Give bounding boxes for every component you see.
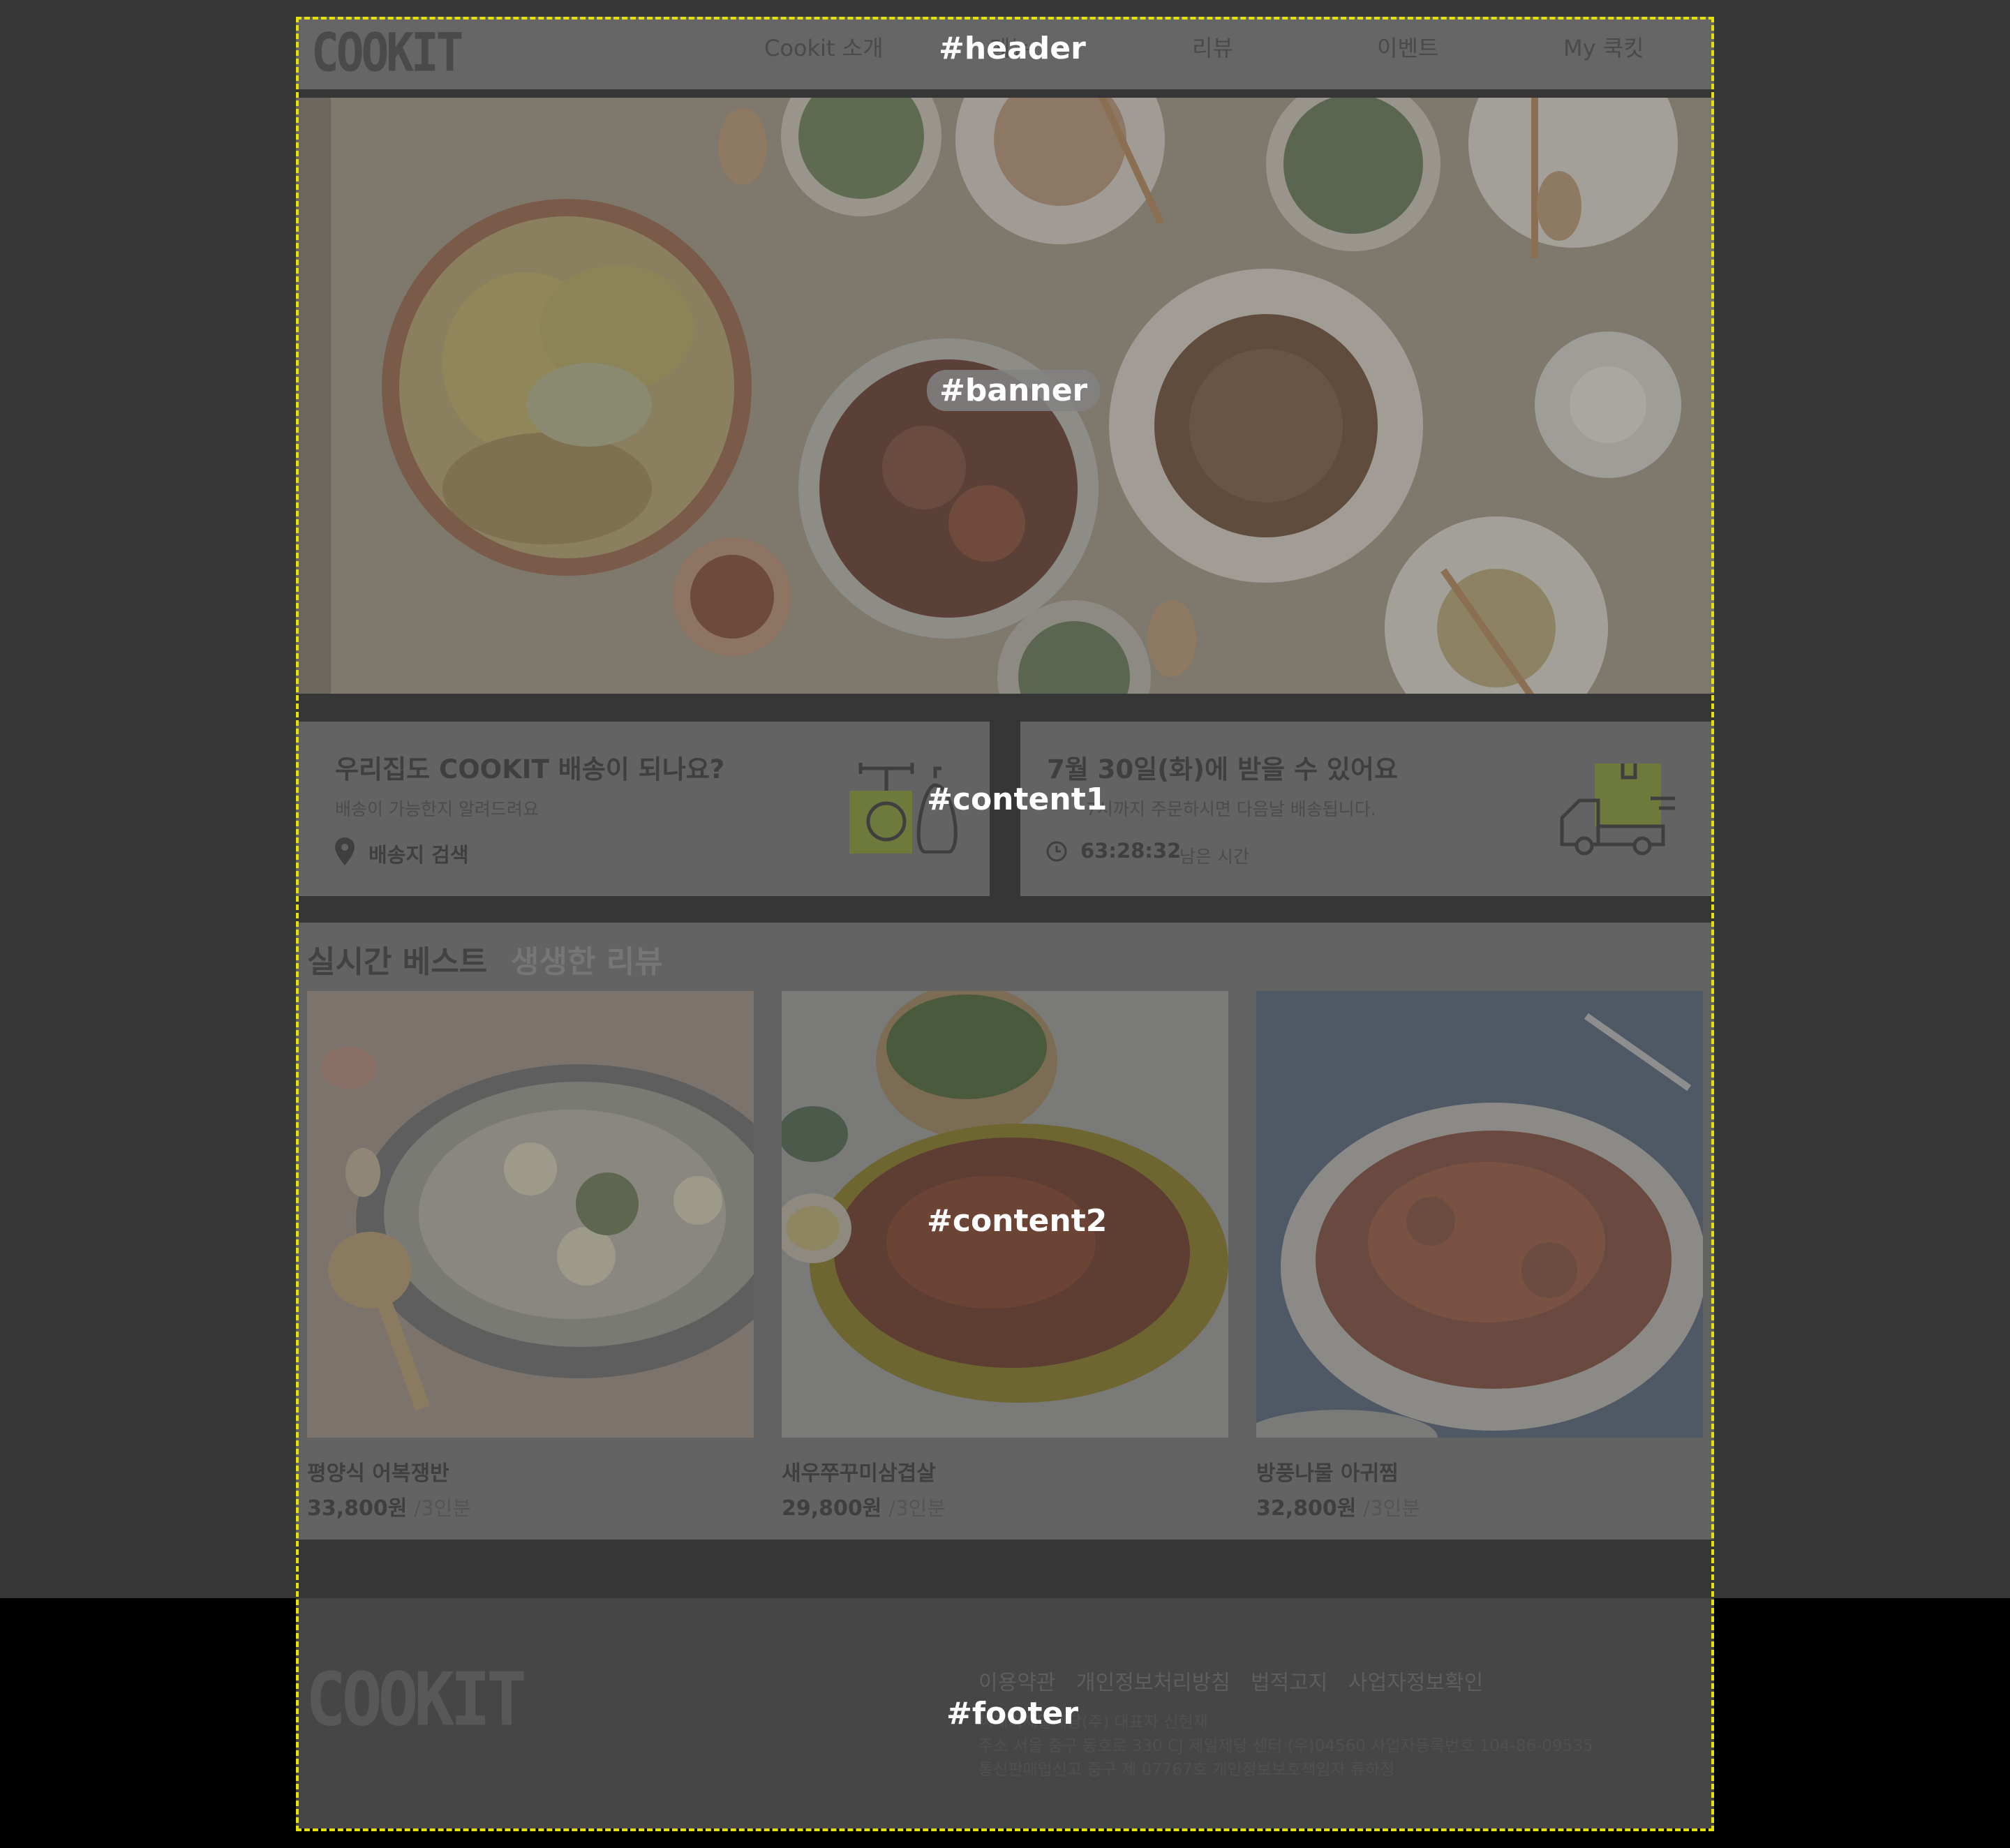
delivery-check-title: 우리집도 COOKIT 배송이 되나요? (335, 754, 725, 784)
footer-link-privacy[interactable]: 개인정보처리방침 (1076, 1665, 1230, 1696)
location-pin-icon (335, 837, 355, 865)
price-value: 29,800원 (782, 1496, 882, 1521)
footer-logo: COOKIT (306, 1656, 527, 1743)
product-name[interactable]: 평양식 어복쟁반 (307, 1456, 449, 1486)
countdown-timer: 63:28:32 (1080, 839, 1182, 863)
delivery-truck-icon (1560, 762, 1678, 856)
region-label-header: #header (939, 31, 1086, 66)
region-label-footer: #footer (946, 1696, 1079, 1731)
footer-link-business-info[interactable]: 사업자정보확인 (1348, 1665, 1483, 1696)
region-label-banner: #banner (927, 370, 1101, 411)
tab-live-review[interactable]: 생생한 리뷰 (511, 937, 663, 981)
footer-address: 주소 서울 중구 동호로 330 CJ 제일제당 센터 (우)04560 사업자… (978, 1737, 1593, 1755)
hotpot-photo (307, 991, 754, 1438)
product-price: 29,800원/3인분 (782, 1491, 946, 1521)
nav-item-my-cookit[interactable]: My 쿡킷 (1563, 31, 1644, 66)
product-image[interactable] (307, 991, 754, 1438)
price-value: 33,800원 (307, 1496, 408, 1521)
clock-icon (1045, 840, 1068, 863)
price-unit: /3인분 (1363, 1496, 1420, 1520)
product-image[interactable] (1256, 991, 1703, 1438)
timer-label: 남은 시간 (1179, 847, 1249, 867)
nav-item-review[interactable]: 리뷰 (1192, 31, 1233, 66)
product-name[interactable]: 방풍나물 아귀찜 (1256, 1456, 1399, 1486)
nav-item-event[interactable]: 이벤트 (1377, 31, 1438, 66)
delivery-date-title: 7월 30일(화)에 받을 수 있어요 (1047, 754, 1398, 784)
region-label-content2: #content2 (927, 1203, 1108, 1239)
delivery-date-subtitle: 7시까지 주문하시면 다음날 배송됩니다. (1086, 799, 1376, 819)
footer-link-terms[interactable]: 이용약관 (978, 1665, 1055, 1696)
monkfish-photo (1256, 991, 1703, 1438)
price-unit: /3인분 (414, 1496, 471, 1520)
delivery-check-subtitle: 배송이 가능한지 알려드려요 (335, 799, 539, 819)
footer-link-legal[interactable]: 법적고지 (1251, 1665, 1327, 1696)
footer-license: 통신판매업신고 중구 제 07767호 개인정보보호책임자 류하정 (978, 1761, 1395, 1779)
price-value: 32,800원 (1256, 1496, 1357, 1521)
address-search-link[interactable]: 배송지 검색 (368, 839, 469, 868)
product-price: 33,800원/3인분 (307, 1491, 471, 1521)
tab-realtime-best[interactable]: 실시간 베스트 (307, 937, 487, 981)
region-label-content1: #content1 (927, 782, 1108, 817)
product-price: 32,800원/3인분 (1256, 1491, 1420, 1521)
product-name[interactable]: 새우쭈꾸미삼겹살 (782, 1456, 936, 1486)
price-unit: /3인분 (888, 1496, 946, 1520)
nav-item-about[interactable]: Cookit 소개 (764, 31, 884, 66)
cookit-logo[interactable]: COOKIT (311, 24, 463, 82)
